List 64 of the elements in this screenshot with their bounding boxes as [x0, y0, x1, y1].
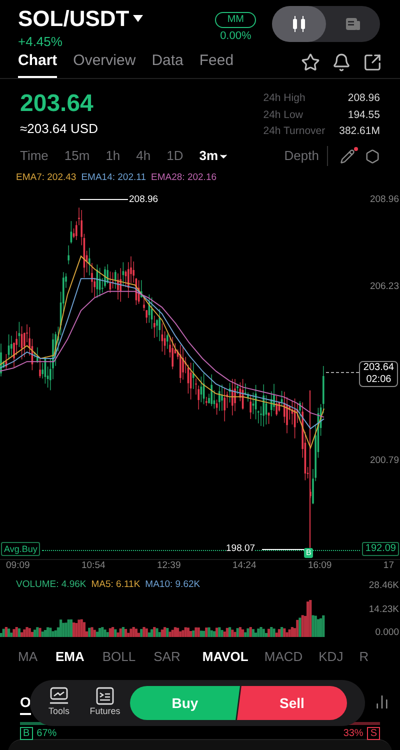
mm-value: 0.00%: [220, 29, 252, 44]
tab[interactable]: Feed: [199, 46, 234, 78]
axis-volume: 0.000: [375, 626, 399, 640]
axis-time: 17: [383, 560, 394, 572]
sell-share: 33%: [343, 727, 364, 741]
ema-legend: EMA7: 202.43: [16, 171, 76, 185]
timeframe-tab[interactable]: 3m: [199, 146, 230, 166]
last-price: 203.64: [20, 91, 94, 117]
buy-badge: B: [20, 727, 33, 740]
tab[interactable]: Data: [152, 46, 184, 78]
axis-time: 09:09: [6, 560, 30, 572]
ema-legend: EMA28: 202.16: [151, 171, 217, 185]
last-price-label: 203.64: [363, 362, 394, 374]
toolbar-button[interactable]: Tools: [36, 687, 82, 719]
sell-button[interactable]: Sell: [237, 686, 347, 720]
tab[interactable]: Overview: [73, 46, 136, 78]
indicator-tab[interactable]: EMA: [56, 647, 84, 667]
indicator-tab[interactable]: BOLL: [102, 647, 136, 667]
timeframe-tab[interactable]: 15m: [64, 146, 90, 166]
buy-share: 67%: [36, 727, 57, 741]
buy-marker: B: [304, 548, 314, 558]
ema-legend: EMA14: 202.11: [81, 171, 146, 185]
axis-time: 16:09: [308, 560, 332, 572]
timeframe-tab[interactable]: Time: [20, 146, 48, 166]
timeframe-tab[interactable]: 1D: [166, 146, 184, 166]
axis-time: 10:54: [81, 560, 106, 572]
toolbar-label: Futures: [90, 705, 120, 718]
indicator-tab[interactable]: SAR: [154, 647, 180, 667]
high-marker: 208.96: [129, 193, 158, 207]
indicator-tab[interactable]: MACD: [264, 647, 303, 667]
stat-label: 24h Low: [263, 108, 304, 123]
timeframe-tab[interactable]: 1h: [106, 146, 120, 166]
volume-legend: VOLUME: 4.96K: [16, 578, 86, 592]
stat-value: 382.61M: [339, 124, 380, 140]
sell-badge: S: [367, 727, 380, 740]
usd-price: ≈203.64 USD: [20, 120, 98, 138]
axis-time: 14:24: [232, 560, 256, 572]
timeframe-tab[interactable]: 4h: [136, 146, 151, 166]
mm-badge[interactable]: MM: [215, 12, 256, 28]
axis-volume: 14.23K: [368, 603, 399, 617]
stat-label: 24h High: [263, 91, 306, 106]
depth-tab[interactable]: Depth: [284, 146, 328, 166]
axis-price: 206.23: [370, 280, 399, 294]
toolbar-button[interactable]: Futures: [82, 687, 128, 719]
countdown: 02:06: [366, 374, 392, 386]
axis-price: 200.79: [370, 454, 399, 468]
volume-legend: MA10: 9.62K: [145, 578, 200, 592]
axis-volume: 28.46K: [368, 579, 399, 593]
buy-button[interactable]: Buy: [130, 686, 240, 720]
tab[interactable]: Chart: [18, 46, 58, 78]
indicator-tab[interactable]: MA: [18, 647, 38, 667]
toolbar-label: Tools: [48, 705, 70, 718]
axis-time: 12:39: [156, 560, 181, 572]
stat-value: 208.96: [346, 91, 380, 106]
stat-value: 194.55: [346, 108, 380, 123]
indicator-tab[interactable]: KDJ: [318, 647, 344, 667]
axis-price: 208.96: [370, 193, 399, 207]
avg-buy-tag: Avg.Buy: [1, 542, 40, 556]
avg-buy-price-tag: 192.09: [362, 542, 399, 556]
volume-legend: MA5: 6.11K: [91, 578, 140, 592]
indicator-tab[interactable]: R: [359, 647, 369, 667]
pair-title[interactable]: SOL/USDT: [18, 6, 130, 32]
stat-label: 24h Turnover: [263, 124, 326, 140]
indicator-tab[interactable]: MAVOL: [202, 647, 248, 667]
